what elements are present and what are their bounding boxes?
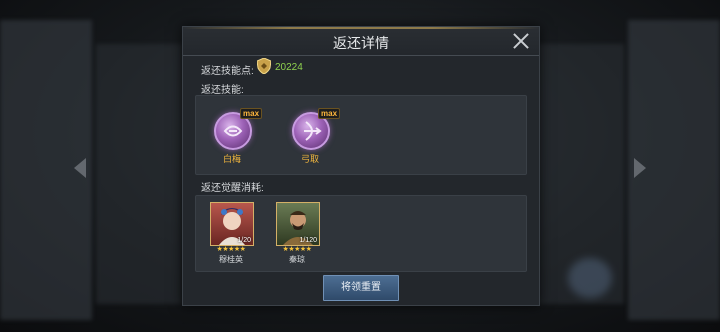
close-icon[interactable] bbox=[511, 31, 531, 51]
hero-level: 1/20 bbox=[237, 237, 251, 244]
cost-label: 返还觉醒消耗: bbox=[201, 183, 264, 194]
points-value: 20224 bbox=[275, 62, 303, 73]
hero-name: 穆桂英 bbox=[219, 255, 243, 264]
skill-name: 弓取 bbox=[300, 154, 319, 164]
hero-stars: ★★★★★ bbox=[216, 246, 246, 253]
hero-portrait: 1/20 bbox=[210, 202, 254, 246]
hero-card[interactable]: 1/20 ★★★★★ 穆桂英 bbox=[206, 202, 256, 270]
background-glow bbox=[568, 258, 612, 298]
skill-item[interactable]: max 白梅 bbox=[202, 104, 263, 168]
skill-name: 白梅 bbox=[222, 154, 241, 164]
reset-general-button[interactable]: 将领重置 bbox=[323, 275, 399, 301]
background-right-arrow-icon bbox=[634, 158, 646, 178]
skill-point-shield-icon bbox=[257, 58, 271, 74]
returned-skills-panel: max 白梅 max 弓取 bbox=[195, 95, 527, 175]
skill-item[interactable]: max 弓取 bbox=[280, 104, 341, 168]
dialog-title: 返还详情 bbox=[333, 35, 389, 51]
background-card-left-inner bbox=[96, 44, 182, 304]
title-decoration bbox=[183, 27, 539, 29]
hero-stars: ★★★★★ bbox=[282, 246, 312, 253]
skills-label: 返还技能: bbox=[201, 85, 244, 96]
return-details-dialog: 返还详情 返还技能点: 20224 返还技能: max 白梅 max 弓取 返还… bbox=[182, 26, 540, 306]
dialog-title-bar: 返还详情 bbox=[183, 27, 539, 56]
awakening-cost-panel: 1/20 ★★★★★ 穆桂英 1/120 ★★★★★ 秦琼 bbox=[195, 195, 527, 272]
max-badge: max bbox=[240, 108, 263, 119]
background-left-arrow-icon bbox=[74, 158, 86, 178]
hero-name: 秦琼 bbox=[289, 255, 305, 264]
max-badge: max bbox=[318, 108, 341, 119]
points-label: 返还技能点: bbox=[201, 66, 254, 77]
hero-portrait: 1/120 bbox=[276, 202, 320, 246]
hero-card[interactable]: 1/120 ★★★★★ 秦琼 bbox=[272, 202, 322, 270]
hero-level: 1/120 bbox=[299, 237, 317, 244]
